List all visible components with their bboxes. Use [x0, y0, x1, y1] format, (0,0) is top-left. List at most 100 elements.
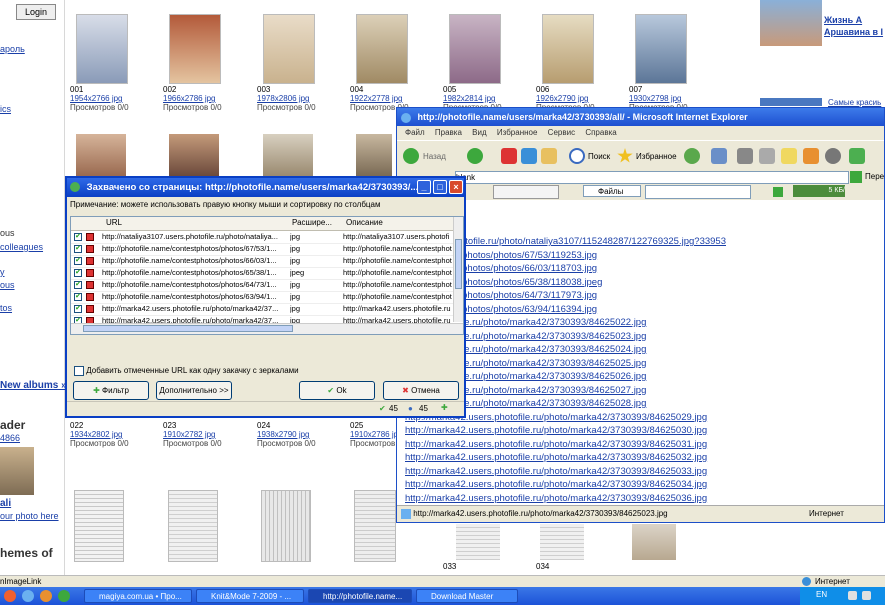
thumb-image[interactable] — [632, 524, 676, 560]
thumb-res-link[interactable]: 1982x2814 jpg — [443, 94, 527, 103]
thumb-res-link[interactable]: 1910x2782 jpg — [163, 430, 247, 439]
hscroll-thumb[interactable] — [83, 325, 293, 332]
cancel-button[interactable]: ✖ Отмена — [383, 381, 459, 400]
maximize-button[interactable]: □ — [433, 180, 447, 194]
menu-tools[interactable]: Сервис — [548, 128, 575, 137]
menu-file[interactable]: Файл — [405, 128, 425, 137]
thumb-image[interactable] — [76, 134, 126, 176]
messenger-icon[interactable] — [803, 148, 819, 164]
start-icon[interactable] — [4, 590, 16, 602]
thumb-image[interactable] — [635, 14, 687, 84]
left-link-y[interactable]: y — [0, 267, 5, 277]
column-description[interactable]: Описание — [346, 218, 383, 227]
tray-icon[interactable] — [848, 591, 857, 600]
capture-dialog[interactable]: Захвачено со страницы: http://photofile.… — [65, 176, 466, 418]
thumb-image[interactable] — [542, 14, 594, 84]
stop-icon[interactable] — [501, 148, 517, 164]
home-icon[interactable] — [541, 148, 557, 164]
minimize-button[interactable]: _ — [417, 180, 431, 194]
mail-icon[interactable] — [711, 148, 727, 164]
row-checkbox[interactable]: ✔ — [74, 293, 82, 301]
quicklaunch-icon[interactable] — [40, 590, 52, 602]
thumb-res-link[interactable]: 1966x2786 jpg — [163, 94, 247, 103]
menu-help[interactable]: Справка — [585, 128, 616, 137]
thumb-res-link[interactable]: 1934x2802 jpg — [70, 430, 154, 439]
tray-icon[interactable] — [862, 591, 871, 600]
filter-button[interactable]: ✚ Фильтр — [73, 381, 149, 400]
thumb-image[interactable] — [169, 134, 219, 176]
column-url[interactable]: URL — [106, 218, 122, 227]
thumb-image[interactable] — [261, 490, 311, 562]
row-checkbox[interactable]: ✔ — [74, 245, 82, 253]
files-dropdown[interactable]: Файлы — [583, 185, 641, 197]
row-checkbox[interactable]: ✔ — [74, 269, 82, 277]
search-label[interactable]: Поиск — [588, 152, 610, 161]
edit-icon[interactable] — [759, 148, 775, 164]
forward-arrow-icon[interactable] — [467, 148, 483, 164]
row-checkbox[interactable]: ✔ — [74, 281, 82, 289]
task-photofile[interactable]: http://photofile.name... — [308, 589, 412, 603]
dm-button-icon[interactable] — [493, 185, 559, 199]
close-button[interactable]: × — [449, 180, 463, 194]
back-label[interactable]: Назад — [423, 152, 446, 161]
row-checkbox[interactable]: ✔ — [74, 233, 82, 241]
menu-edit[interactable]: Правка — [435, 128, 462, 137]
more-button[interactable]: Дополнительно >> — [156, 381, 232, 400]
column-extension[interactable]: Расшире... — [292, 218, 332, 227]
task-knitmode[interactable]: Knit&Mode 7-2009 - ... — [196, 589, 304, 603]
leader-upload-link[interactable]: our photo here — [0, 511, 59, 521]
discuss-icon[interactable] — [781, 148, 797, 164]
page-link[interactable]: http://marka42.users.photofile.ru/photo/… — [405, 452, 707, 463]
back-arrow-icon[interactable] — [403, 148, 419, 164]
page-link[interactable]: http://marka42.users.photofile.ru/photo/… — [405, 466, 707, 477]
row-checkbox[interactable]: ✔ — [74, 305, 82, 313]
thumb-res-link[interactable]: 1938x2790 jpg — [257, 430, 341, 439]
search-icon[interactable] — [569, 148, 585, 164]
refresh-icon[interactable] — [521, 148, 537, 164]
thumb-image[interactable] — [76, 14, 128, 84]
page-link[interactable]: http://marka42.users.photofile.ru/photo/… — [405, 479, 707, 490]
login-button[interactable]: Login — [16, 4, 56, 20]
ie-window[interactable]: http://photofile.name/users/marka42/3730… — [396, 107, 885, 523]
thumb-022[interactable]: 022 1934x2802 jpg Просмотров 0/0 — [70, 420, 154, 448]
vertical-scrollbar[interactable] — [453, 217, 463, 322]
tools-icon[interactable] — [849, 148, 865, 164]
left-link-colleagues[interactable]: colleagues — [0, 242, 43, 252]
thumb-024[interactable]: 024 1938x2790 jpg Просмотров 0/0 — [257, 420, 341, 448]
thumb-image[interactable] — [263, 134, 313, 176]
scroll-thumb[interactable] — [455, 239, 462, 289]
leader-count[interactable]: 4866 — [0, 433, 20, 443]
thumb-res-link[interactable]: 1926x2790 jpg — [536, 94, 620, 103]
thumb-002[interactable]: 002 1966x2786 jpg Просмотров 0/0 — [163, 14, 247, 112]
thumb-image[interactable] — [449, 14, 501, 84]
url-list[interactable]: URL Расшире... Описание ✔ http://nataliya… — [70, 216, 464, 335]
thumb-res-link[interactable]: 1954x2766 jpg — [70, 94, 154, 103]
left-link-ous[interactable]: ous — [0, 280, 15, 290]
left-link-ics[interactable]: ics — [0, 104, 11, 114]
thumb-image[interactable] — [354, 490, 396, 562]
left-link-tos[interactable]: tos — [0, 303, 12, 313]
page-link[interactable]: http://marka42.users.photofile.ru/photo/… — [405, 425, 707, 436]
row-checkbox[interactable]: ✔ — [74, 257, 82, 265]
ok-button[interactable]: ✔ Ok — [299, 381, 375, 400]
leader-name[interactable]: ali — [0, 498, 11, 509]
thumb-res-link[interactable]: 1922x2778 jpg — [350, 94, 434, 103]
left-link-password[interactable]: ароль — [0, 44, 25, 54]
thumb-003[interactable]: 003 1978x2806 jpg Просмотров 0/0 — [257, 14, 341, 112]
print-icon[interactable] — [737, 148, 753, 164]
thumb-res-link[interactable]: 1930x2798 jpg — [629, 94, 713, 103]
task-magiya[interactable]: magiya.com.ua • Про... — [84, 589, 192, 603]
research-icon[interactable] — [825, 148, 841, 164]
thumb-004[interactable]: 004 1922x2778 jpg Просмотров 0/0 — [350, 14, 434, 112]
task-download-master[interactable]: Download Master — [416, 589, 518, 603]
menu-favorites[interactable]: Избранное — [497, 128, 538, 137]
go-label[interactable]: Пере — [865, 172, 884, 181]
promo-link[interactable]: Жизнь А Аршавина в I — [824, 14, 885, 38]
thumb-image[interactable] — [540, 524, 584, 560]
promo-photo[interactable] — [760, 0, 822, 46]
promo-link-2[interactable]: Самые красиь — [828, 98, 885, 107]
thumb-image[interactable] — [263, 14, 315, 84]
mirrors-option[interactable]: Добавить отмеченные URL как одну закачку… — [74, 366, 299, 376]
menu-view[interactable]: Вид — [472, 128, 486, 137]
thumb-001[interactable]: 001 1954x2766 jpg Просмотров 0/0 — [70, 14, 154, 112]
